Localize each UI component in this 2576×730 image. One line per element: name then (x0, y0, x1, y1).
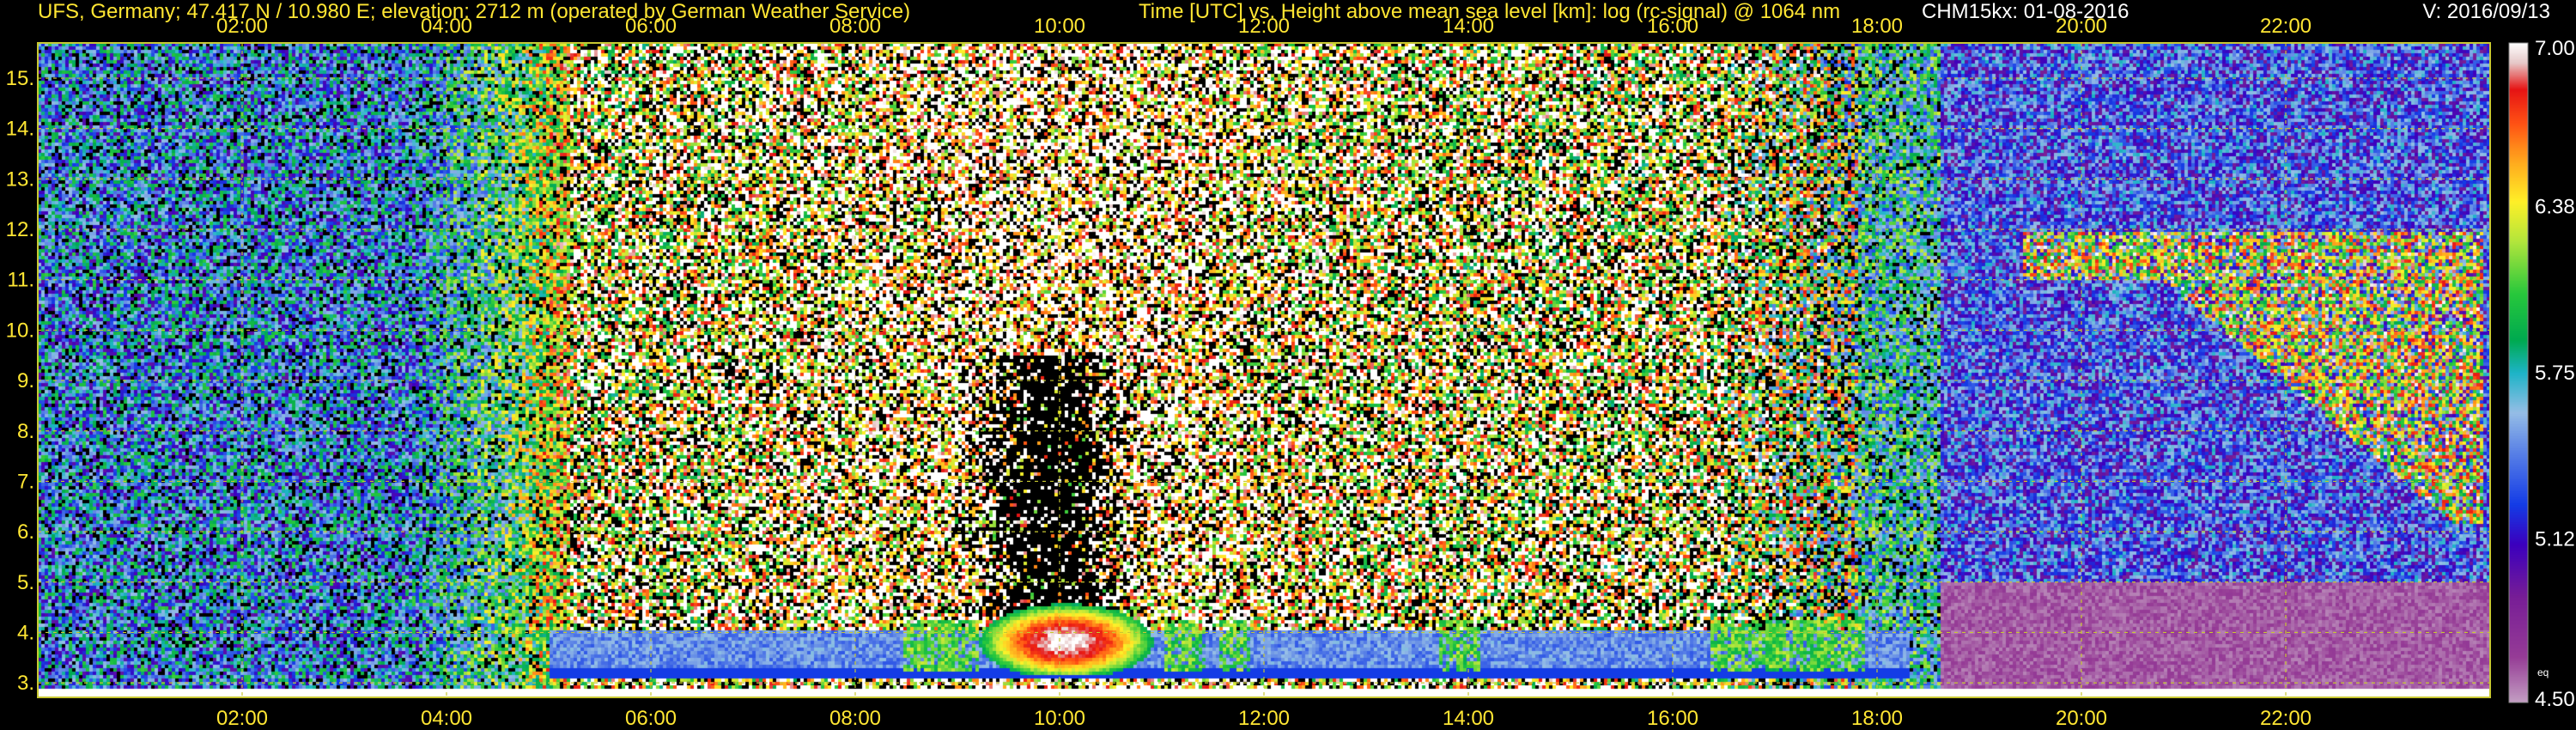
x-tick-label-bottom: 08:00 (829, 707, 881, 730)
y-tick-label: 12. (6, 218, 34, 241)
x-tick-label-top: 22:00 (2260, 15, 2312, 38)
y-tick-label: 13. (6, 167, 34, 191)
x-tick-label-bottom: 14:00 (1443, 707, 1494, 730)
x-tick-label-bottom: 10:00 (1034, 707, 1085, 730)
colorbar-frame (2508, 42, 2529, 703)
x-tick-label-bottom: 12:00 (1238, 707, 1290, 730)
chart-axes: 02:0002:0004:0004:0006:0006:0008:0008:00… (6, 15, 2575, 730)
x-tick-label-bottom: 04:00 (421, 707, 472, 730)
version-label: V: 2016/09/13 (2422, 0, 2550, 23)
x-tick-label-bottom: 20:00 (2056, 707, 2107, 730)
colorbar-tick-label: 5.75 (2535, 362, 2575, 385)
colorbar-small-label: eq (2537, 666, 2549, 678)
x-tick-label-top: 10:00 (1034, 15, 1085, 38)
colorbar-tick-label: 4.50 (2535, 688, 2575, 711)
y-tick-label: 5. (17, 571, 34, 594)
x-tick-label-bottom: 16:00 (1647, 707, 1698, 730)
x-tick-label-top: 18:00 (1851, 15, 1903, 38)
y-tick-label: 10. (6, 319, 34, 342)
site-info-title: UFS, Germany; 47.417 N / 10.980 E; eleva… (38, 0, 911, 23)
y-tick-label: 3. (17, 672, 34, 695)
instrument-date: CHM15kx: 01-08-2016 (1922, 0, 2129, 23)
x-tick-label-bottom: 22:00 (2260, 707, 2312, 730)
y-tick-label: 8. (17, 420, 34, 443)
colorbar-tick-label: 7.00 (2535, 37, 2575, 60)
x-tick-label-bottom: 18:00 (1851, 707, 1903, 730)
y-tick-label: 7. (17, 470, 34, 493)
colorbar-tick-label: 5.12 (2535, 528, 2575, 551)
plot-description: Time [UTC] vs. Height above mean sea lev… (1139, 0, 1841, 23)
colorbar-tick-label: 6.38 (2535, 195, 2575, 218)
y-tick-label: 6. (17, 520, 34, 544)
y-tick-label: 9. (17, 369, 34, 392)
x-tick-label-bottom: 02:00 (216, 707, 268, 730)
y-tick-label: 15. (6, 67, 34, 90)
y-tick-label: 14. (6, 118, 34, 141)
y-tick-label: 11. (7, 269, 34, 292)
y-tick-label: 4. (17, 621, 34, 644)
x-tick-label-bottom: 06:00 (625, 707, 677, 730)
